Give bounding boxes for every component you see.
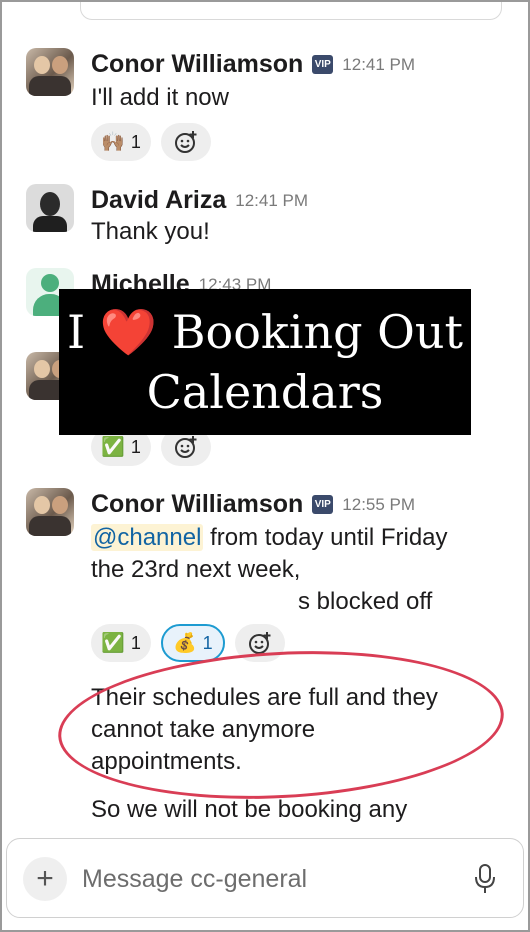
add-reaction-button[interactable]: [161, 123, 211, 161]
overlay-line-2: Calendars: [146, 365, 384, 419]
reaction-money-bag[interactable]: 💰 1: [161, 624, 225, 662]
raised-hands-icon: 🙌🏽: [101, 131, 125, 153]
timestamp[interactable]: 12:55 PM: [342, 495, 415, 515]
message-david: David Ariza 12:41 PM Thank you!: [26, 182, 510, 252]
avatar[interactable]: [26, 184, 74, 232]
author-name[interactable]: Conor Williamson: [91, 490, 303, 519]
avatar[interactable]: [26, 488, 74, 536]
reaction-raised-hands[interactable]: 🙌🏽 1: [91, 123, 151, 161]
redacted-text: [90, 590, 285, 612]
message-conor-1: Conor Williamson VIP 12:41 PM I'll add i…: [26, 46, 510, 166]
add-attachment-button[interactable]: +: [23, 857, 67, 901]
microphone-icon[interactable]: [473, 863, 497, 895]
overlay-caption: I ❤️ Booking Out Calendars: [59, 289, 471, 435]
message-text: from today until Friday: [203, 524, 448, 551]
add-reaction-icon: [175, 436, 197, 458]
redacted-text: [345, 566, 485, 584]
check-mark-icon: ✅: [101, 436, 125, 458]
check-mark-icon: ✅: [101, 632, 125, 654]
overlay-word-i: I: [67, 305, 86, 359]
overlay-line-1: I ❤️ Booking Out: [59, 302, 471, 362]
reaction-count: 1: [202, 632, 213, 653]
reaction-count: 1: [130, 436, 141, 457]
add-reaction-icon: [175, 131, 197, 153]
message-composer: +: [6, 838, 524, 918]
message-text: I'll add it now: [91, 84, 229, 111]
message-text-line-3: s blocked off: [298, 588, 433, 615]
channel-mention[interactable]: @channel: [91, 524, 204, 551]
vip-badge: VIP: [312, 55, 334, 74]
author-name[interactable]: Conor Williamson: [91, 50, 303, 79]
message-input[interactable]: [82, 861, 442, 897]
reaction-count: 1: [130, 632, 141, 653]
author-name[interactable]: David Ariza: [91, 186, 226, 215]
top-search-pill[interactable]: [80, 0, 502, 20]
overlay-text-booking: Booking Out: [171, 305, 463, 359]
vip-badge: VIP: [312, 495, 334, 514]
heart-icon: ❤️: [99, 305, 158, 359]
plus-icon: +: [36, 862, 54, 895]
message-text: Thank you!: [91, 218, 210, 245]
reaction-count: 1: [130, 131, 141, 152]
timestamp[interactable]: 12:41 PM: [235, 191, 308, 211]
avatar[interactable]: [26, 48, 74, 96]
timestamp[interactable]: 12:41 PM: [342, 55, 415, 75]
message-text-line-1: @channel from today until Friday: [91, 522, 448, 554]
reaction-check[interactable]: ✅ 1: [91, 624, 151, 662]
money-bag-icon: 💰: [173, 632, 197, 654]
message-text-line-2: the 23rd next week,: [91, 556, 301, 583]
